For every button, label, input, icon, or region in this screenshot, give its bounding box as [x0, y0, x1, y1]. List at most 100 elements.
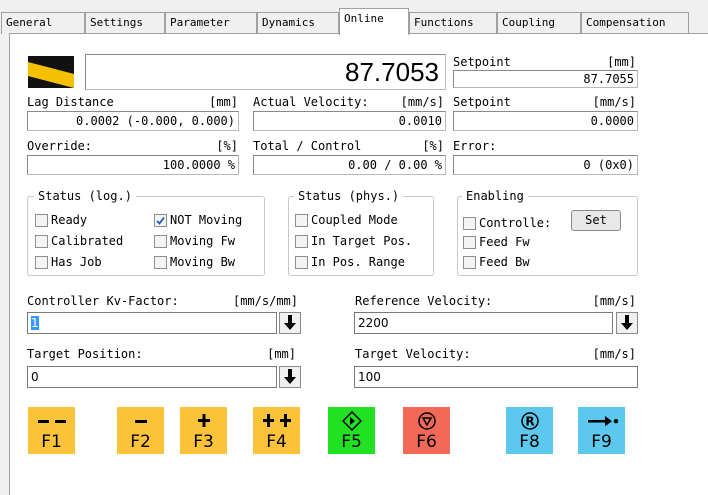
setpoint-vel-label: Setpoint [453, 95, 511, 109]
f6-button[interactable]: F6 [403, 407, 450, 454]
kv-factor-unit: [mm/s/mm] [232, 294, 298, 308]
tab-label: General [6, 16, 53, 29]
checkbox-box [295, 234, 308, 248]
setpoint-pos-unit: [mm] [607, 55, 636, 69]
status-log-title: Status (log.) [34, 189, 136, 203]
tab-settings[interactable]: Settings [85, 12, 165, 34]
tab-functions[interactable]: Functions [409, 12, 497, 34]
checkbox-box [35, 255, 48, 269]
ref-velocity-input[interactable]: 2200 [354, 312, 613, 334]
checkbox-label: Has Job [51, 255, 102, 269]
tab-dynamics[interactable]: Dynamics [257, 12, 339, 34]
ref-velocity-apply-button[interactable] [616, 312, 638, 334]
f1-label: F1 [41, 432, 62, 452]
error-value: 0 (0x0) [583, 158, 634, 172]
kv-factor-label: Controller Kv-Factor: [27, 294, 179, 308]
feed-bw-checkbox[interactable]: Feed Bw [463, 255, 530, 269]
target-velocity-unit: [mm/s] [592, 347, 636, 361]
controller-checkbox[interactable]: Controlle: [463, 216, 551, 230]
target-velocity-input[interactable]: 100 [354, 366, 638, 388]
error-label: Error: [453, 139, 497, 153]
kv-factor-apply-button[interactable] [279, 312, 301, 334]
tab-label: Compensation [586, 16, 666, 29]
moving-bw-checkbox[interactable]: Moving Bw [154, 255, 235, 269]
target-position-apply-button[interactable] [279, 366, 301, 388]
start-icon [341, 409, 362, 433]
arrow-down-icon [621, 315, 633, 330]
checkbox-box [154, 213, 167, 227]
checkbox-box [35, 213, 48, 227]
arrow-down-icon [284, 315, 296, 330]
status-phys-title: Status (phys.) [294, 189, 404, 203]
moving-fw-checkbox[interactable]: Moving Fw [154, 234, 235, 248]
reset-icon: R [520, 409, 540, 433]
in-pos-range-checkbox[interactable]: In Pos. Range [295, 255, 405, 269]
checkbox-label: NOT Moving [170, 213, 243, 227]
forward-icon [194, 409, 214, 433]
checkbox-label: In Target Pos. [311, 234, 413, 248]
actual-velocity-value: 0.0010 [398, 114, 442, 128]
stop-icon [417, 409, 437, 433]
calibrated-checkbox[interactable]: Calibrated [35, 234, 123, 248]
tab-label: Settings [90, 16, 143, 29]
svg-text:R: R [525, 415, 534, 429]
reverse-icon [131, 409, 151, 433]
has-job-checkbox[interactable]: Has Job [35, 255, 102, 269]
ref-velocity-value: 2200 [358, 316, 389, 330]
axis-stripe-icon [28, 56, 74, 88]
f9-button[interactable]: F9 [578, 407, 625, 454]
setpoint-vel-value: 0.0000 [590, 114, 634, 128]
checkbox-box [295, 255, 308, 269]
setpoint-vel-field: 0.0000 [453, 111, 638, 131]
checkbox-label: Ready [51, 213, 88, 227]
f2-button[interactable]: F2 [117, 407, 164, 454]
tab-coupling[interactable]: Coupling [497, 12, 581, 34]
target-velocity-value: 100 [358, 370, 381, 384]
checkbox-box [154, 255, 167, 269]
f3-button[interactable]: F3 [180, 407, 227, 454]
actual-velocity-label: Actual Velocity: [253, 95, 369, 109]
f6-label: F6 [416, 432, 437, 452]
ref-velocity-unit: [mm/s] [592, 294, 636, 308]
tab-label: Coupling [502, 16, 555, 29]
kv-factor-value: 1 [31, 316, 39, 330]
feed-fw-checkbox[interactable]: Feed Fw [463, 235, 530, 249]
target-position-value: 0 [31, 370, 39, 384]
tab-label: Dynamics [262, 16, 315, 29]
f4-label: F4 [266, 432, 287, 452]
not-moving-checkbox[interactable]: NOT Moving [154, 213, 242, 227]
set-button[interactable]: Set [571, 210, 621, 231]
checkbox-box [463, 216, 476, 230]
tab-compensation[interactable]: Compensation [581, 12, 689, 34]
setpoint-pos-label: Setpoint [453, 55, 511, 69]
total-control-value: 0.00 / 0.00 % [348, 158, 442, 172]
tab-online[interactable]: Online [339, 8, 409, 35]
override-value: 100.0000 % [162, 158, 235, 172]
f4-button[interactable]: F4 [253, 407, 300, 454]
actual-velocity-field: 0.0010 [253, 111, 446, 131]
kv-factor-input[interactable]: 1 [27, 312, 277, 334]
tab-general[interactable]: General [1, 12, 85, 34]
in-target-pos-checkbox[interactable]: In Target Pos. [295, 234, 412, 248]
fast-reverse-icon [35, 409, 69, 433]
checkbox-label: Calibrated [51, 234, 124, 248]
ready-checkbox[interactable]: Ready [35, 213, 87, 227]
tab-label: Parameter [170, 16, 230, 29]
checkbox-label: Feed Bw [479, 255, 530, 269]
f5-button[interactable]: F5 [328, 407, 375, 454]
checkbox-label: Coupled Mode [311, 213, 398, 227]
target-position-input[interactable]: 0 [27, 366, 277, 388]
f1-button[interactable]: F1 [28, 407, 75, 454]
f9-label: F9 [591, 432, 612, 452]
position-value: 87.7053 [345, 57, 439, 87]
tab-parameter[interactable]: Parameter [165, 12, 257, 34]
checkbox-box [463, 255, 476, 269]
tab-label: Online [344, 12, 384, 25]
error-field: 0 (0x0) [453, 155, 638, 175]
checkbox-label: Moving Fw [170, 234, 236, 248]
total-control-unit: [%] [422, 139, 444, 153]
checkbox-label: Feed Fw [479, 235, 530, 249]
f8-button[interactable]: R F8 [506, 407, 553, 454]
f2-label: F2 [130, 432, 151, 452]
coupled-mode-checkbox[interactable]: Coupled Mode [295, 213, 398, 227]
